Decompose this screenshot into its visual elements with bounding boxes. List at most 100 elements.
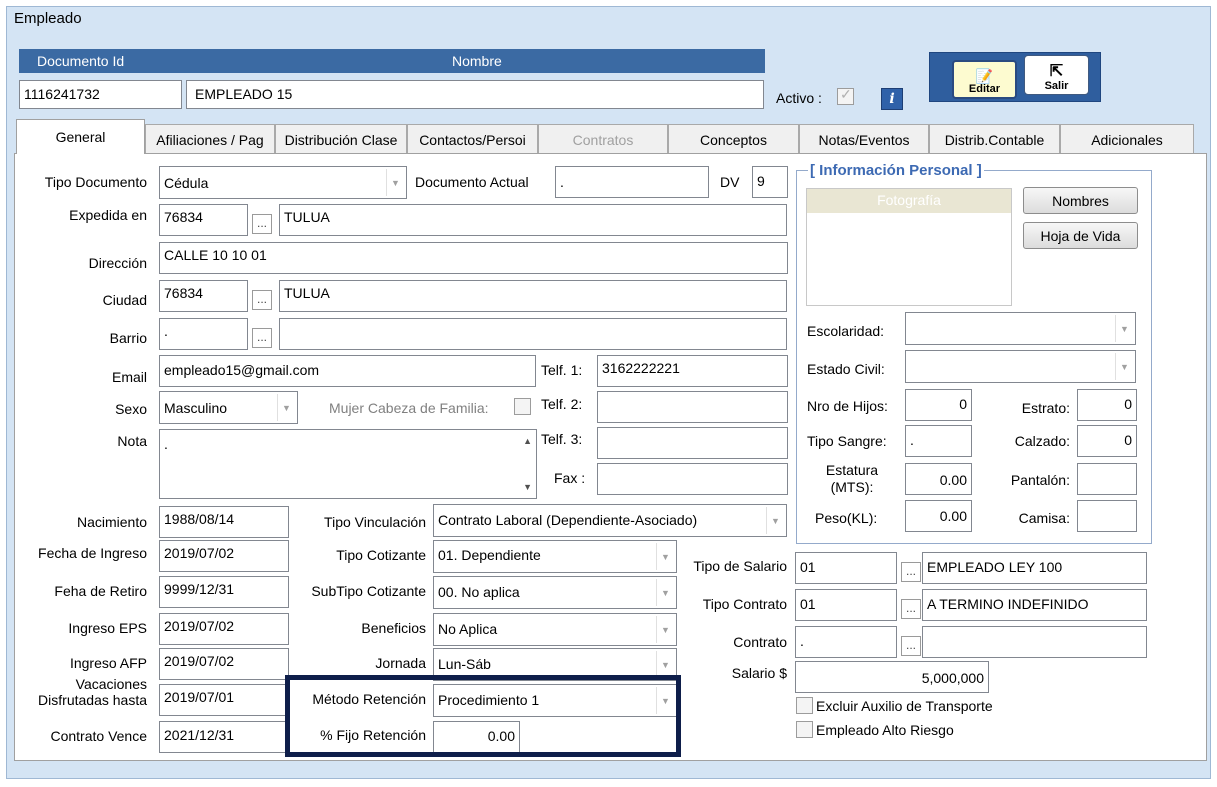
photo-header: Fotografía [807, 189, 1011, 213]
chevron-down-icon: ▼ [656, 651, 674, 678]
salario-field[interactable]: 5,000,000 [795, 661, 989, 693]
activo-checkbox[interactable]: ✓ [837, 86, 854, 105]
nro-hijos-field[interactable]: 0 [905, 389, 972, 421]
tipo-vinculacion-select[interactable]: Contrato Laboral (Dependiente-Asociado) … [433, 504, 787, 537]
tipo-documento-select[interactable]: Cédula ▼ [159, 166, 407, 199]
mujer-cabeza-checkbox[interactable] [514, 398, 531, 415]
tab-notas-eventos[interactable]: Notas/Eventos [799, 124, 929, 154]
tipo-salario-lookup-button[interactable]: ... [901, 562, 921, 582]
barrio-lookup-button[interactable]: ... [252, 328, 272, 348]
pantalon-field[interactable] [1077, 463, 1137, 495]
nota-textarea[interactable]: . ▲ ▼ [159, 429, 537, 499]
header-col-nombre: Nombre [452, 53, 502, 69]
telf3-field[interactable] [597, 427, 788, 459]
fecha-ingreso-field[interactable]: 2019/07/02 [159, 540, 289, 572]
excluir-auxilio-checkbox[interactable] [796, 697, 813, 714]
telf2-field[interactable] [597, 391, 788, 423]
dv-field[interactable]: 9 [752, 166, 788, 198]
tab-afiliaciones[interactable]: Afiliaciones / Pag [145, 124, 275, 154]
tipo-documento-value: Cédula [164, 175, 209, 191]
tipo-cotizante-select[interactable]: 01. Dependiente ▼ [433, 540, 677, 573]
subtipo-cotizante-value: 00. No aplica [438, 584, 520, 600]
contrato-name-field[interactable] [922, 626, 1147, 658]
calzado-field[interactable]: 0 [1077, 425, 1137, 457]
ciudad-name-field[interactable]: TULUA [279, 280, 787, 312]
tipo-salario-name-field[interactable]: EMPLEADO LEY 100 [922, 552, 1147, 584]
hoja-vida-button[interactable]: Hoja de Vida [1023, 222, 1138, 249]
beneficios-select[interactable]: No Aplica ▼ [433, 613, 677, 646]
edit-icon: 📝 [975, 68, 994, 84]
tipo-sangre-field[interactable]: . [905, 425, 972, 457]
tipo-contrato-name-field[interactable]: A TERMINO INDEFINIDO [922, 589, 1147, 621]
chevron-down-icon: ▼ [656, 579, 674, 606]
jornada-value: Lun-Sáb [438, 656, 491, 672]
salir-button[interactable]: ⇱ Salir [1024, 55, 1089, 95]
estatura-field[interactable]: 0.00 [905, 463, 972, 495]
tab-general[interactable]: General [16, 119, 145, 154]
tab-distrib-contable[interactable]: Distrib.Contable [929, 124, 1060, 154]
info-icon[interactable]: i [881, 88, 903, 110]
escolaridad-select[interactable]: ▼ [905, 312, 1136, 345]
subtipo-cotizante-select[interactable]: 00. No aplica ▼ [433, 576, 677, 609]
fax-label: Fax : [554, 470, 586, 486]
sexo-select[interactable]: Masculino ▼ [159, 391, 298, 424]
chevron-down-icon: ▼ [1115, 315, 1133, 342]
tab-contactos[interactable]: Contactos/Persoi [407, 124, 538, 154]
ciudad-lookup-button[interactable]: ... [252, 290, 272, 310]
telf1-field[interactable]: 3162222221 [597, 355, 788, 387]
camisa-field[interactable] [1077, 500, 1137, 532]
salario-label: Salario $ [731, 665, 787, 681]
contrato-vence-field[interactable]: 2021/12/31 [159, 721, 289, 753]
barrio-name-field[interactable] [279, 318, 787, 350]
email-field[interactable]: empleado15@gmail.com [159, 355, 536, 387]
nota-label: Nota [117, 433, 147, 449]
vacaciones-field[interactable]: 2019/07/01 [159, 684, 289, 716]
tipo-documento-label: Tipo Documento [44, 174, 147, 190]
fecha-retiro-label: Feha de Retiro [54, 583, 147, 599]
ciudad-code-field[interactable]: 76834 [159, 280, 248, 312]
scroll-down-icon[interactable]: ▼ [523, 482, 532, 492]
expedida-label: Expedida en [69, 207, 147, 223]
documento-actual-field[interactable]: . [555, 166, 709, 198]
contrato-code-field[interactable]: . [795, 626, 897, 658]
fax-field[interactable] [597, 463, 788, 495]
estrato-field[interactable]: 0 [1077, 389, 1137, 421]
ingreso-eps-field[interactable]: 2019/07/02 [159, 613, 289, 645]
expedida-code-field[interactable]: 76834 [159, 204, 248, 236]
scroll-up-icon[interactable]: ▲ [523, 436, 532, 446]
tipo-contrato-code-field[interactable]: 01 [795, 589, 897, 621]
peso-field[interactable]: 0.00 [905, 500, 972, 532]
calzado-label: Calzado: [1014, 433, 1070, 449]
editar-button[interactable]: 📝 Editar [952, 60, 1017, 99]
doc-id-field[interactable]: 1116241732 [19, 80, 182, 109]
tab-contratos[interactable]: Contratos [538, 124, 668, 154]
tab-adicionales[interactable]: Adicionales [1060, 124, 1194, 154]
expedida-lookup-button[interactable]: ... [252, 214, 272, 234]
ciudad-label: Ciudad [102, 292, 147, 308]
tab-conceptos[interactable]: Conceptos [668, 124, 799, 154]
tipo-contrato-lookup-button[interactable]: ... [901, 599, 921, 619]
barrio-code-field[interactable]: . [159, 318, 248, 350]
telf2-label: Telf. 2: [541, 396, 583, 412]
nombre-field[interactable]: EMPLEADO 15 [186, 80, 764, 109]
nombres-button[interactable]: Nombres [1023, 187, 1138, 214]
excluir-auxilio-label: Excluir Auxilio de Transporte [816, 698, 993, 714]
tab-distribucion-clase[interactable]: Distribución Clase [275, 124, 407, 154]
estado-civil-select[interactable]: ▼ [905, 350, 1136, 383]
chevron-down-icon: ▼ [656, 616, 674, 643]
fecha-retiro-field[interactable]: 9999/12/31 [159, 576, 289, 608]
ingreso-eps-label: Ingreso EPS [68, 620, 147, 636]
vacaciones-label-line1: Vacaciones [75, 676, 147, 692]
direccion-label: Dirección [88, 255, 147, 271]
nacimiento-field[interactable]: 1988/08/14 [159, 506, 289, 538]
tipo-salario-code-field[interactable]: 01 [795, 552, 897, 584]
contrato-lookup-button[interactable]: ... [901, 636, 921, 656]
expedida-name-field[interactable]: TULUA [279, 204, 787, 236]
mujer-cabeza-label: Mujer Cabeza de Familia: [329, 400, 489, 416]
direccion-field[interactable]: CALLE 10 10 01 [159, 242, 788, 274]
pantalon-label: Pantalón: [1010, 472, 1070, 488]
beneficios-value: No Aplica [438, 621, 498, 637]
ingreso-afp-field[interactable]: 2019/07/02 [159, 648, 289, 680]
alto-riesgo-checkbox[interactable] [796, 721, 813, 738]
estado-civil-label: Estado Civil: [807, 361, 885, 377]
